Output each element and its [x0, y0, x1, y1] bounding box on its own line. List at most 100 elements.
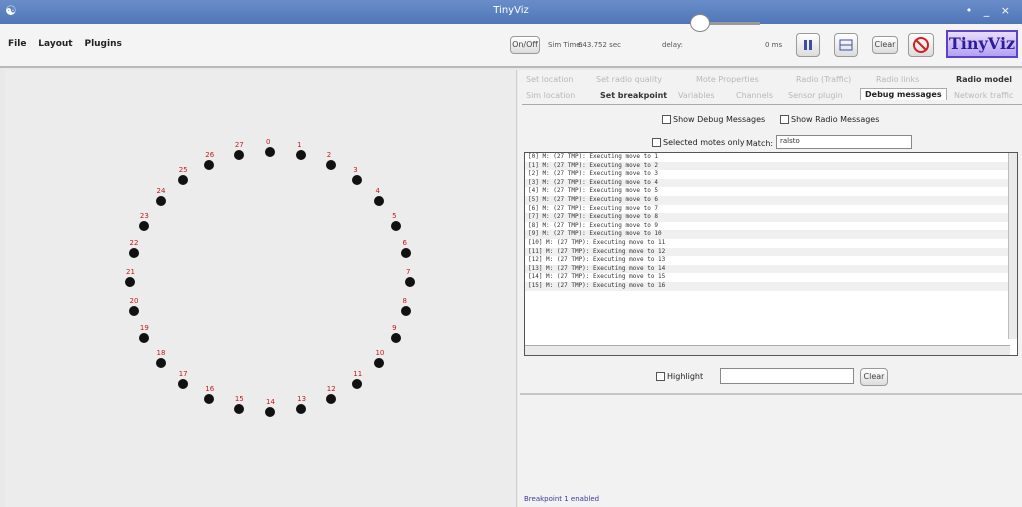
log-vertical-scrollbar[interactable]	[1008, 153, 1017, 339]
mote-node[interactable]	[401, 248, 412, 259]
mote-node[interactable]	[325, 159, 336, 170]
stop-button[interactable]	[908, 33, 934, 57]
mote-label: 1	[297, 141, 302, 150]
log-row[interactable]: [1] M: (27 TMP): Executing move to 2	[525, 161, 1017, 171]
mote-node[interactable]	[155, 358, 166, 369]
mote-node[interactable]	[233, 150, 244, 161]
mote-label: 21	[126, 268, 135, 276]
pause-button[interactable]	[796, 33, 820, 57]
tab-channels[interactable]: Channels	[736, 91, 773, 100]
mote-label: 25	[178, 166, 188, 175]
tab-mote-properties[interactable]: Mote Properties	[696, 75, 759, 84]
log-rows: [0] M: (27 TMP): Executing move to 1 [1] …	[525, 153, 1017, 291]
log-row[interactable]: [12] M: (27 TMP): Executing move to 13	[525, 256, 1017, 265]
tab-radio-traffic[interactable]: Radio (Traffic)	[796, 75, 851, 84]
highlight-label: Highlight	[667, 372, 704, 381]
mote-node[interactable]	[391, 220, 402, 231]
checkbox-box[interactable]	[652, 138, 661, 147]
delay-value: 0 ms	[765, 41, 783, 49]
menu-plugins[interactable]: Plugins	[84, 39, 121, 49]
log-row[interactable]: [8] M: (27 TMP): Executing move to 9	[525, 222, 1017, 231]
title-bar: ☯ TinyViz • _ ×	[0, 0, 1022, 24]
tab-radio-links[interactable]: Radio links	[876, 75, 919, 84]
debug-log-list[interactable]: [0] M: (27 TMP): Executing move to 1 [1] …	[524, 152, 1018, 356]
mote-node[interactable]	[374, 195, 385, 206]
menu-layout[interactable]: Layout	[38, 39, 72, 49]
log-row[interactable]: [10] M: (27 TMP): Executing move to 11	[525, 239, 1017, 248]
mote-label: 8	[402, 296, 407, 305]
mote-node[interactable]	[204, 159, 215, 170]
tab-network-traffic[interactable]: Network traffic	[954, 91, 1013, 100]
tab-radio-model[interactable]: Radio model	[956, 75, 1012, 84]
match-label: Match:	[746, 139, 774, 148]
mote-node[interactable]	[177, 175, 188, 186]
mote-node[interactable]	[265, 147, 275, 157]
highlight-input[interactable]	[720, 368, 854, 384]
mote-label: 10	[375, 349, 385, 358]
show-radio-checkbox[interactable]: Show Radio Messages	[780, 115, 879, 124]
checkbox-box[interactable]	[780, 115, 789, 124]
mote-node[interactable]	[352, 175, 363, 186]
tab-sim-location[interactable]: Sim location	[526, 91, 575, 100]
log-row[interactable]: [5] M: (27 TMP): Executing move to 6	[525, 195, 1017, 205]
log-row[interactable]: [9] M: (27 TMP): Executing move to 10	[525, 230, 1017, 239]
match-input[interactable]: ralsto	[776, 135, 912, 149]
mote-node[interactable]	[125, 277, 135, 287]
highlight-checkbox[interactable]: Highlight	[656, 372, 703, 381]
log-row[interactable]: [3] M: (27 TMP): Executing move to 4	[525, 178, 1017, 188]
log-row[interactable]: [4] M: (27 TMP): Executing move to 5	[525, 187, 1017, 196]
mote-node[interactable]	[296, 403, 307, 414]
mote-node[interactable]	[391, 333, 402, 344]
show-radio-label: Show Radio Messages	[791, 115, 880, 124]
mote-node[interactable]	[296, 150, 307, 161]
highlight-clear-button[interactable]: Clear	[860, 368, 888, 386]
grid-icon	[839, 39, 853, 51]
log-row[interactable]: [6] M: (27 TMP): Executing move to 7	[525, 205, 1017, 214]
mote-node[interactable]	[128, 248, 139, 259]
log-row[interactable]: [14] M: (27 TMP): Executing move to 15	[525, 273, 1017, 282]
grid-button[interactable]	[834, 33, 858, 57]
log-horizontal-scrollbar[interactable]	[525, 345, 1010, 355]
mote-node[interactable]	[325, 394, 336, 405]
mote-label: 9	[392, 324, 397, 333]
delay-slider-knob[interactable]	[690, 14, 710, 32]
mote-label: 15	[234, 394, 244, 403]
mote-label: 5	[392, 211, 397, 220]
mote-label: 14	[266, 398, 275, 406]
mote-node[interactable]	[128, 305, 139, 316]
on-off-button[interactable]: On/Off	[510, 36, 540, 54]
tab-debug-messages[interactable]: Debug messages	[860, 88, 947, 100]
mote-node[interactable]	[374, 358, 385, 369]
checkbox-box[interactable]	[662, 115, 671, 124]
tab-variables[interactable]: Variables	[678, 91, 715, 100]
toolbar-clear-button[interactable]: Clear	[872, 36, 898, 54]
log-row[interactable]: [13] M: (27 TMP): Executing move to 14	[525, 264, 1017, 274]
checkbox-box[interactable]	[656, 372, 665, 381]
mote-node[interactable]	[138, 220, 149, 231]
log-row[interactable]: [2] M: (27 TMP): Executing move to 3	[525, 170, 1017, 179]
log-row[interactable]: [7] M: (27 TMP): Executing move to 8	[525, 213, 1017, 222]
tab-sensor-plugin[interactable]: Sensor plugin	[788, 91, 843, 100]
mote-node[interactable]	[265, 407, 275, 417]
log-row[interactable]: [11] M: (27 TMP): Executing move to 12	[525, 247, 1017, 257]
mote-node[interactable]	[405, 277, 415, 287]
log-row[interactable]: [15] M: (27 TMP): Executing move to 16	[525, 281, 1017, 291]
mote-node[interactable]	[352, 378, 363, 389]
mote-node[interactable]	[204, 394, 215, 405]
tab-set-breakpoint[interactable]: Set breakpoint	[600, 91, 667, 100]
show-debug-label: Show Debug Messages	[673, 115, 766, 124]
selected-motes-checkbox[interactable]: Selected motes only	[652, 138, 745, 147]
mote-node[interactable]	[138, 333, 149, 344]
tab-set-location[interactable]: Set location	[526, 75, 573, 84]
mote-node[interactable]	[155, 195, 166, 206]
window-controls[interactable]: • _ ×	[966, 4, 1014, 17]
menu-file[interactable]: File	[8, 39, 26, 49]
mote-node[interactable]	[401, 305, 412, 316]
mote-label: 18	[156, 349, 166, 358]
mote-canvas[interactable]: 0 1 2 3 4 5 6 7 8 9 10 11 12 13 14 15 16 17 18 19 20 21 22 23 24…	[5, 70, 517, 507]
mote-node[interactable]	[233, 403, 244, 414]
log-row[interactable]: [0] M: (27 TMP): Executing move to 1	[525, 153, 1017, 162]
tab-set-radio-quality[interactable]: Set radio quality	[596, 75, 662, 84]
mote-node[interactable]	[177, 378, 188, 389]
show-debug-checkbox[interactable]: Show Debug Messages	[662, 115, 765, 124]
